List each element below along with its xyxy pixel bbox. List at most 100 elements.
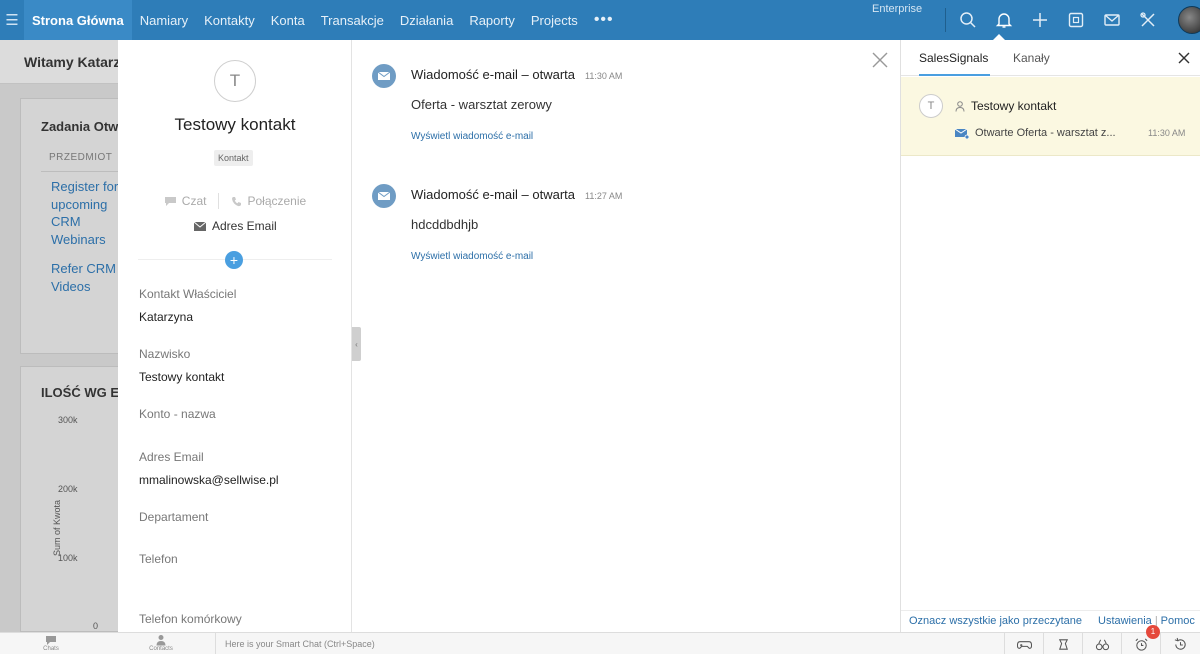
signal-avatar: T xyxy=(919,94,943,118)
feed-item-title: Wiadomość e-mail – otwarta 11:30 AM xyxy=(411,67,622,82)
call-label: Połączenie xyxy=(247,194,307,208)
field-value[interactable]: Testowy kontakt xyxy=(139,370,224,384)
nav-home[interactable]: Strona Główna xyxy=(24,0,132,40)
field-label: Telefon xyxy=(139,552,178,566)
feed-item-body: hdcddbdhjb xyxy=(411,217,479,232)
y-tick: 300k xyxy=(58,415,78,425)
bottom-tools: 1 xyxy=(1004,625,1199,654)
field-last-name: Nazwisko Testowy kontakt xyxy=(139,347,224,384)
chats-button[interactable]: Chats xyxy=(21,634,81,652)
nav-accounts[interactable]: Konta xyxy=(263,0,313,40)
signals-tabs: SalesSignals Kanały xyxy=(901,40,1200,76)
task-link[interactable]: Refer CRM Videos xyxy=(21,248,121,295)
leaf-icon[interactable] xyxy=(1043,633,1082,654)
open-tasks-card: Zadania Otwarte PRZEDMIOT Register for u… xyxy=(20,98,120,354)
mark-all-read-link[interactable]: Oznacz wszystkie jako przeczytane xyxy=(909,615,1082,627)
smart-chat-input[interactable]: Here is your Smart Chat (Ctrl+Space) xyxy=(225,639,375,649)
contact-type-badge: Kontakt xyxy=(214,150,253,166)
active-tab-indicator xyxy=(919,74,990,76)
nav-deals[interactable]: Transakcje xyxy=(313,0,392,40)
divider xyxy=(945,8,946,32)
chat-button[interactable]: Czat xyxy=(152,194,219,208)
menu-icon[interactable]: ☰ xyxy=(0,0,24,40)
help-link[interactable]: Pomoc xyxy=(1161,615,1195,627)
email-button[interactable]: Adres Email xyxy=(194,219,277,233)
person-icon xyxy=(156,635,166,646)
task-link[interactable]: Register for upcoming CRM Webinars xyxy=(21,172,121,248)
field-label: Telefon komórkowy xyxy=(139,612,242,626)
field-email: Adres Email mmalinowska@sellwise.pl xyxy=(139,450,279,487)
field-department: Departament xyxy=(139,510,208,533)
nav-activities[interactable]: Działania xyxy=(392,0,461,40)
contact-panel: T Testowy kontakt Kontakt Czat Połączeni… xyxy=(118,40,352,632)
contacts-button[interactable]: Contacts xyxy=(131,634,191,652)
signal-contact[interactable]: Testowy kontakt xyxy=(955,99,1056,113)
settings-link[interactable]: Ustawienia xyxy=(1098,615,1152,627)
chat-icon xyxy=(164,196,176,206)
email-label: Adres Email xyxy=(212,219,277,233)
sales-signals-panel: SalesSignals Kanały T Testowy kontakt Ot… xyxy=(900,40,1200,632)
welcome-title: Witamy Katarzyna xyxy=(0,40,120,84)
signal-detail-text: Otwarte Oferta - warsztat z... xyxy=(975,127,1116,139)
divider xyxy=(215,633,216,654)
field-mobile: Telefon komórkowy xyxy=(139,612,242,626)
field-account-name: Konto - nazwa xyxy=(139,407,216,430)
tab-channels[interactable]: Kanały xyxy=(1013,51,1050,65)
call-button[interactable]: Połączenie xyxy=(219,194,318,208)
top-icon-bar xyxy=(950,0,1200,40)
feed-item-body: Oferta - warsztat zerowy xyxy=(411,97,552,112)
y-tick: 200k xyxy=(58,484,78,494)
bottom-bar: Chats Contacts Here is your Smart Chat (… xyxy=(0,625,1200,654)
field-value[interactable]: mmalinowska@sellwise.pl xyxy=(139,473,279,487)
phone-icon xyxy=(232,196,242,206)
close-icon[interactable] xyxy=(870,50,890,70)
contact-name: Testowy kontakt xyxy=(174,115,296,134)
tasks-column-header: PRZEDMIOT xyxy=(49,152,113,163)
contact-avatar: T xyxy=(214,60,256,102)
history-icon[interactable] xyxy=(1160,633,1199,654)
field-value[interactable]: Katarzyna xyxy=(139,310,236,324)
user-avatar[interactable] xyxy=(1178,6,1200,34)
email-opened-icon xyxy=(372,64,396,88)
chat-icon xyxy=(46,636,56,645)
add-button[interactable]: + xyxy=(225,251,243,269)
field-phone: Telefon xyxy=(139,552,178,575)
nav-contacts[interactable]: Kontakty xyxy=(196,0,263,40)
tools-icon[interactable] xyxy=(1130,0,1166,40)
tab-salessignals[interactable]: SalesSignals xyxy=(919,51,988,65)
feed-item-title: Wiadomość e-mail – otwarta 11:27 AM xyxy=(411,187,622,202)
field-label: Nazwisko xyxy=(139,347,191,361)
collapse-panel-handle[interactable]: ‹ xyxy=(352,327,361,361)
signal-detail: Otwarte Oferta - warsztat z... xyxy=(955,127,1116,139)
edition-label: Enterprise xyxy=(872,3,923,15)
feed-item-time: 11:27 AM xyxy=(585,191,623,201)
signal-time: 11:30 AM xyxy=(1148,128,1186,138)
nav-reports[interactable]: Raporty xyxy=(461,0,523,40)
mail-icon[interactable] xyxy=(1094,0,1130,40)
y-axis-label: Sum of Kwota xyxy=(52,499,62,556)
search-icon[interactable] xyxy=(950,0,986,40)
plus-icon[interactable] xyxy=(1022,0,1058,40)
binoculars-icon[interactable] xyxy=(1082,633,1121,654)
field-label: Departament xyxy=(139,510,209,524)
more-icon[interactable]: ••• xyxy=(586,11,622,29)
notification-badge: 1 xyxy=(1146,625,1160,639)
nav-leads[interactable]: Namiary xyxy=(132,0,196,40)
close-icon[interactable] xyxy=(1178,52,1190,64)
signal-contact-name: Testowy kontakt xyxy=(971,99,1057,113)
y-tick: 0 xyxy=(93,621,99,631)
person-icon xyxy=(955,100,965,112)
alarm-icon[interactable]: 1 xyxy=(1121,625,1160,654)
nav-projects[interactable]: Projects xyxy=(523,0,586,40)
contacts-label: Contacts xyxy=(149,646,173,652)
view-email-link[interactable]: Wyświetl wiadomość e-mail xyxy=(411,251,533,262)
feed-item-time: 11:30 AM xyxy=(585,71,623,81)
field-label: Adres Email xyxy=(139,450,204,464)
chart-title: ILOŚĆ WG ETAPU xyxy=(41,385,119,400)
view-email-link[interactable]: Wyświetl wiadomość e-mail xyxy=(411,131,533,142)
field-label: Kontakt Właściciel xyxy=(139,287,237,301)
calendar-icon[interactable] xyxy=(1058,0,1094,40)
email-opened-icon xyxy=(955,128,969,139)
gamepad-icon[interactable] xyxy=(1004,633,1043,654)
signal-notification[interactable]: T Testowy kontakt Otwarte Oferta - warsz… xyxy=(901,77,1200,156)
